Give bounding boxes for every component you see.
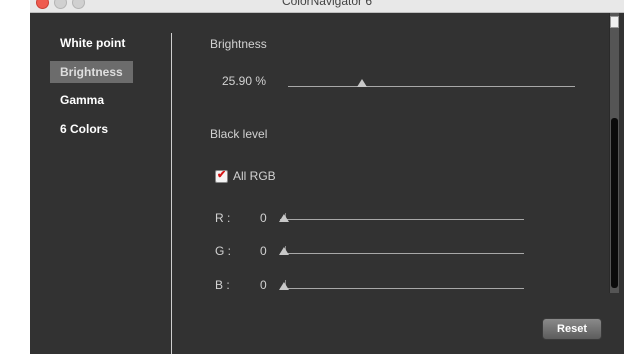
channel-r-slider-thumb[interactable]	[279, 214, 289, 222]
window-titlebar: ColorNavigator 6	[30, 0, 624, 13]
channel-b-slider-thumb[interactable]	[279, 282, 289, 290]
channel-b-value[interactable]: 0	[260, 278, 267, 292]
scroll-up-button[interactable]	[610, 16, 619, 28]
window-title: ColorNavigator 6	[281, 0, 373, 8]
channel-g-slider-thumb[interactable]	[279, 247, 289, 255]
sidebar-divider	[171, 33, 172, 354]
sidebar-item-white-point[interactable]: White point	[50, 32, 135, 54]
channel-g-value[interactable]: 0	[260, 244, 267, 258]
channel-g-slider-track[interactable]	[280, 253, 524, 254]
sidebar-item-gamma[interactable]: Gamma	[50, 89, 114, 111]
sidebar-item-brightness[interactable]: Brightness	[50, 61, 133, 83]
brightness-slider-track[interactable]	[288, 86, 575, 87]
vertical-scrollbar[interactable]	[609, 13, 619, 293]
reset-button[interactable]: Reset	[542, 318, 602, 340]
black-level-heading: Black level	[210, 127, 268, 141]
main-panel: White point Brightness Gamma 6 Colors Br…	[30, 13, 624, 354]
channel-r-slider-track[interactable]	[280, 219, 524, 220]
brightness-value[interactable]: 25.90 %	[222, 74, 266, 88]
scrollbar-thumb[interactable]	[611, 118, 618, 288]
all-rgb-label: All RGB	[233, 169, 276, 183]
channel-b-label: B :	[215, 278, 230, 292]
channel-g-label: G :	[215, 244, 232, 258]
channel-b-slider-track[interactable]	[280, 288, 524, 289]
channel-r-value[interactable]: 0	[260, 211, 267, 225]
brightness-slider-thumb[interactable]	[357, 79, 368, 87]
brightness-heading: Brightness	[210, 37, 267, 51]
all-rgb-checkbox[interactable]: ✔	[215, 169, 228, 183]
checkmark-icon: ✔	[217, 169, 227, 181]
sidebar-item-6-colors[interactable]: 6 Colors	[50, 118, 118, 140]
channel-r-label: R :	[215, 211, 231, 225]
